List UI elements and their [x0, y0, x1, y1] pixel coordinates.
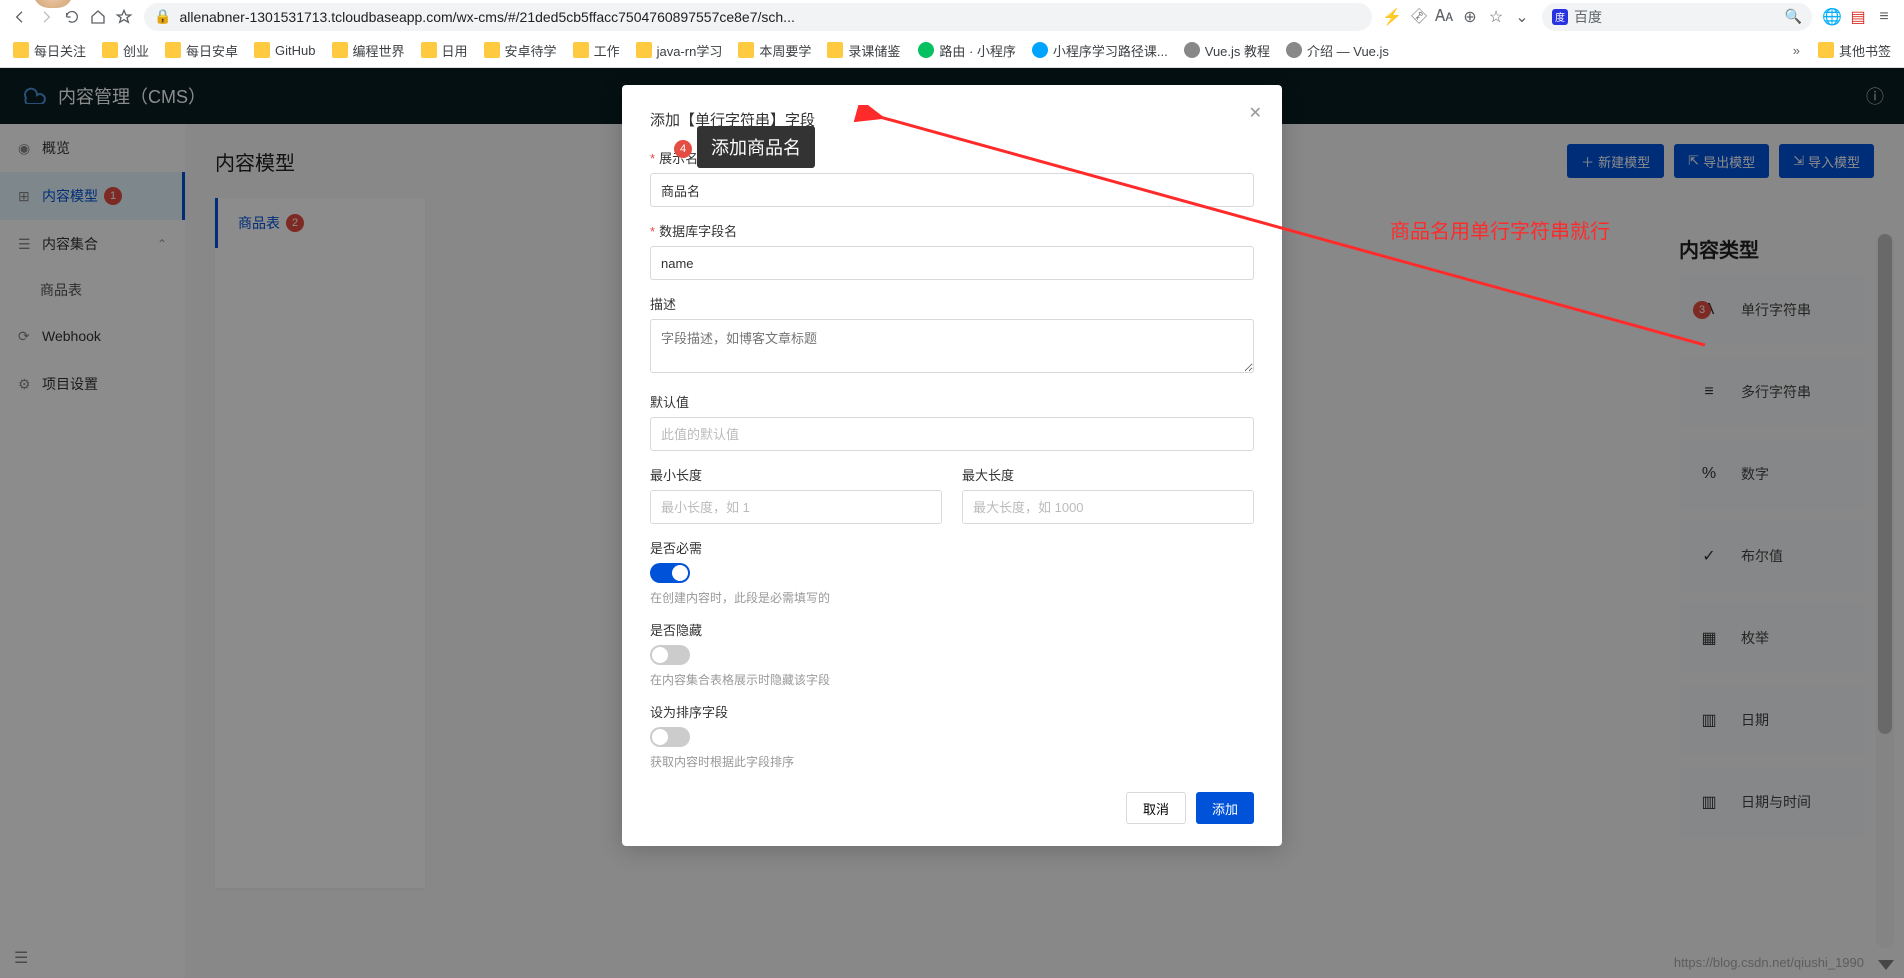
bookmark-link[interactable]: 小程序学习路径课...	[1024, 37, 1176, 64]
folder-icon	[421, 42, 437, 58]
bookmark-link[interactable]: 介绍 — Vue.js	[1278, 37, 1397, 64]
bookmark-folder[interactable]: 每日安卓	[157, 37, 246, 64]
annotation-badge-4: 4	[674, 140, 692, 158]
other-bookmarks[interactable]: 其他书签	[1810, 37, 1899, 64]
baidu-icon: 度	[1552, 9, 1568, 25]
bookmark-star-icon[interactable]: ☆	[1484, 5, 1508, 29]
switch-hidden[interactable]	[650, 645, 690, 665]
bookmark-folder[interactable]: java-rn学习	[628, 37, 731, 64]
modal-close-icon[interactable]: ✕	[1249, 103, 1262, 123]
reload-icon[interactable]	[60, 5, 84, 29]
browser-nav-bar: 🔒 allenabner-1301531713.tcloudbaseapp.co…	[0, 0, 1904, 33]
bookmark-folder[interactable]: 工作	[565, 37, 628, 64]
bookmark-folder[interactable]: 日用	[413, 37, 476, 64]
home-icon[interactable]	[86, 5, 110, 29]
label-db-name: *数据库字段名	[650, 221, 1254, 240]
chevron-down-icon[interactable]: ⌄	[1510, 5, 1534, 29]
bookmark-folder[interactable]: GitHub	[246, 37, 323, 64]
input-min-length[interactable]	[650, 490, 942, 524]
search-engine-label: 百度	[1574, 7, 1602, 27]
folder-icon	[484, 42, 500, 58]
input-db-name[interactable]	[650, 246, 1254, 280]
bookmark-folder[interactable]: 录课储鉴	[819, 37, 908, 64]
folder-icon	[573, 42, 589, 58]
folder-icon	[738, 42, 754, 58]
switch-sort[interactable]	[650, 727, 690, 747]
extension-pdf-icon[interactable]: ▤	[1846, 5, 1870, 29]
folder-icon	[636, 42, 652, 58]
folder-icon	[1818, 42, 1834, 58]
star-icon[interactable]	[112, 5, 136, 29]
label-description: 描述	[650, 294, 1254, 313]
bookmark-overflow-icon[interactable]: »	[1785, 43, 1808, 58]
browser-search-box[interactable]: 度 百度 🔍	[1542, 3, 1812, 31]
address-bar[interactable]: 🔒 allenabner-1301531713.tcloudbaseapp.co…	[144, 3, 1372, 31]
input-default[interactable]	[650, 417, 1254, 451]
favicon	[1286, 42, 1302, 58]
bookmark-link[interactable]: 路由 · 小程序	[910, 37, 1024, 64]
annotation-red-text: 商品名用单行字符串就行	[1390, 215, 1610, 244]
folder-icon	[254, 42, 270, 58]
label-sort: 设为排序字段	[650, 702, 1254, 721]
favicon	[918, 42, 934, 58]
label-max-length: 最大长度	[962, 465, 1254, 484]
key-icon[interactable]: ⚿	[1401, 0, 1435, 33]
input-description[interactable]	[650, 319, 1254, 373]
zoom-icon[interactable]: ⊕	[1458, 5, 1482, 29]
add-field-modal: 添加【单行字符串】字段 ✕ *展示名称 *数据库字段名 描述 默认值 最小长度 …	[622, 85, 1282, 846]
menu-icon[interactable]: ≡	[1872, 5, 1896, 29]
label-min-length: 最小长度	[650, 465, 942, 484]
bookmark-folder[interactable]: 创业	[94, 37, 157, 64]
forward-icon[interactable]	[34, 5, 58, 29]
bookmark-bar: 每日关注创业每日安卓GitHub编程世界日用安卓待学工作java-rn学习本周要…	[0, 33, 1904, 68]
translate-icon[interactable]: 🗛	[1432, 5, 1456, 29]
url-text: allenabner-1301531713.tcloudbaseapp.com/…	[179, 9, 794, 25]
label-default: 默认值	[650, 392, 1254, 411]
folder-icon	[102, 42, 118, 58]
help-hidden: 在内容集合表格展示时隐藏该字段	[650, 671, 1254, 688]
folder-icon	[13, 42, 29, 58]
extension-globe-icon[interactable]: 🌐	[1820, 5, 1844, 29]
folder-icon	[165, 42, 181, 58]
label-required: 是否必需	[650, 538, 1254, 557]
lock-icon: 🔒	[154, 8, 171, 25]
bookmark-link[interactable]: Vue.js 教程	[1176, 37, 1278, 64]
folder-icon	[827, 42, 843, 58]
cancel-button[interactable]: 取消	[1126, 792, 1186, 824]
bookmark-folder[interactable]: 编程世界	[324, 37, 413, 64]
tooltip-add-name: 添加商品名	[697, 126, 815, 168]
back-icon[interactable]	[8, 5, 32, 29]
search-magnify-icon: 🔍	[1785, 8, 1802, 25]
bookmark-folder[interactable]: 每日关注	[5, 37, 94, 64]
bookmark-folder[interactable]: 本周要学	[730, 37, 819, 64]
switch-required[interactable]	[650, 563, 690, 583]
input-display-name[interactable]	[650, 173, 1254, 207]
favicon	[1032, 42, 1048, 58]
ok-button[interactable]: 添加	[1196, 792, 1254, 824]
help-required: 在创建内容时，此段是必需填写的	[650, 589, 1254, 606]
favicon	[1184, 42, 1200, 58]
folder-icon	[332, 42, 348, 58]
help-sort: 获取内容时根据此字段排序	[650, 753, 1254, 770]
bookmark-folder[interactable]: 安卓待学	[476, 37, 565, 64]
input-max-length[interactable]	[962, 490, 1254, 524]
label-hidden: 是否隐藏	[650, 620, 1254, 639]
